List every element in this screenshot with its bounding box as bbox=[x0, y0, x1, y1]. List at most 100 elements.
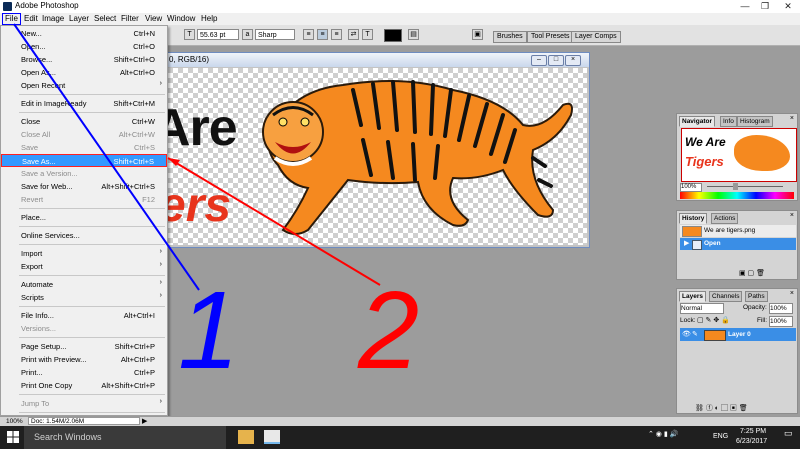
doc-close-button[interactable]: × bbox=[565, 55, 581, 66]
font-size-field[interactable]: 55.63 pt bbox=[197, 29, 239, 40]
text-direction-icon[interactable]: ⇄ bbox=[348, 29, 359, 40]
menu-image[interactable]: Image bbox=[40, 13, 66, 25]
file-menu-item-close[interactable]: Close Ctrl+W bbox=[1, 115, 167, 128]
file-menu-item-export[interactable]: Export › bbox=[1, 260, 167, 273]
tab-layers[interactable]: Layers bbox=[679, 291, 706, 302]
layer-row-layer-0[interactable]: 👁 ✎ Layer 0 bbox=[680, 328, 796, 341]
tab-paths[interactable]: Paths bbox=[745, 291, 768, 302]
status-menu-arrow-icon[interactable]: ▶ bbox=[142, 417, 147, 425]
tab-brushes[interactable]: Brushes bbox=[493, 31, 527, 43]
layer-name: Layer 0 bbox=[728, 331, 751, 338]
menu-select[interactable]: Select bbox=[92, 13, 118, 25]
palette-well-icon[interactable]: ▣ bbox=[472, 29, 483, 40]
history-state-open[interactable]: ▶ Open bbox=[680, 238, 796, 250]
menu-window[interactable]: Window bbox=[165, 13, 197, 25]
tray-date[interactable]: 6/23/2017 bbox=[736, 438, 767, 445]
panel-close-icon[interactable]: × bbox=[790, 290, 794, 297]
tray-language[interactable]: ENG bbox=[713, 433, 728, 440]
fill-field[interactable]: 100% bbox=[769, 316, 793, 327]
file-menu-item-print-with-preview[interactable]: Print with Preview... Alt+Ctrl+P bbox=[1, 353, 167, 366]
menu-separator bbox=[19, 94, 165, 95]
file-menu-item-import[interactable]: Import › bbox=[1, 247, 167, 260]
menu-separator bbox=[19, 226, 165, 227]
notification-icon[interactable]: ▭ bbox=[784, 428, 794, 444]
warp-text-icon[interactable]: T bbox=[362, 29, 373, 40]
menu-edit[interactable]: Edit bbox=[22, 13, 40, 25]
tab-histogram[interactable]: Histogram bbox=[737, 116, 773, 127]
minimize-button[interactable]: — bbox=[735, 0, 755, 13]
navigator-zoom-slider[interactable] bbox=[707, 186, 783, 187]
file-menu-item-new[interactable]: New... Ctrl+N bbox=[1, 27, 167, 40]
align-left-icon[interactable]: ≡ bbox=[303, 29, 314, 40]
file-menu-item-place[interactable]: Place... bbox=[1, 211, 167, 224]
layer-thumbnail bbox=[704, 330, 726, 341]
antialias-select[interactable]: Sharp bbox=[255, 29, 295, 40]
doc-minimize-button[interactable]: – bbox=[531, 55, 547, 66]
character-panel-icon[interactable]: ▤ bbox=[408, 29, 419, 40]
file-menu-item-online-services[interactable]: Online Services... bbox=[1, 229, 167, 242]
blend-mode-select[interactable]: Normal bbox=[680, 303, 724, 314]
file-menu-item-open-recent[interactable]: Open Recent › bbox=[1, 79, 167, 92]
status-zoom[interactable]: 100% bbox=[6, 418, 23, 425]
file-menu-item-save: Save Ctrl+S bbox=[1, 141, 167, 154]
close-button[interactable]: ✕ bbox=[778, 0, 798, 13]
menu-item-label: Browse... bbox=[21, 55, 53, 64]
tab-actions[interactable]: Actions bbox=[711, 213, 739, 224]
windows-start-icon[interactable] bbox=[7, 431, 19, 443]
maximize-button[interactable]: ❐ bbox=[755, 0, 775, 13]
tab-tool-presets[interactable]: Tool Presets bbox=[527, 31, 574, 43]
submenu-arrow-icon: › bbox=[159, 248, 162, 255]
navigator-thumbnail[interactable]: We Are Tigers bbox=[681, 128, 797, 182]
menu-separator bbox=[19, 244, 165, 245]
file-menu-item-save-as[interactable]: Save As... Shift+Ctrl+S bbox=[1, 154, 167, 167]
tab-navigator[interactable]: Navigator bbox=[679, 116, 715, 127]
file-menu-item-print-one-copy[interactable]: Print One Copy Alt+Shift+Ctrl+P bbox=[1, 379, 167, 392]
align-right-icon[interactable]: ≡ bbox=[331, 29, 342, 40]
file-menu-item-file-info[interactable]: File Info... Alt+Ctrl+I bbox=[1, 309, 167, 322]
navigator-zoom-field[interactable]: 100% bbox=[680, 183, 702, 192]
paint-app-icon[interactable] bbox=[264, 430, 280, 444]
menu-help[interactable]: Help bbox=[199, 13, 219, 25]
layers-footer-icons[interactable]: ⛓ ⓕ ◐ ▢ ▣ 🗑 bbox=[695, 403, 748, 413]
menu-separator bbox=[19, 394, 165, 395]
tab-channels[interactable]: Channels bbox=[709, 291, 743, 302]
file-menu-item-edit-in-imageready[interactable]: Edit in ImageReady Shift+Ctrl+M bbox=[1, 97, 167, 110]
opacity-field[interactable]: 100% bbox=[769, 303, 793, 314]
align-center-icon[interactable]: ≡ bbox=[317, 29, 328, 40]
menu-view[interactable]: View bbox=[143, 13, 164, 25]
file-menu-item-browse[interactable]: Browse... Shift+Ctrl+O bbox=[1, 53, 167, 66]
file-menu-item-save-for-web[interactable]: Save for Web... Alt+Shift+Ctrl+S bbox=[1, 180, 167, 193]
file-menu-item-open[interactable]: Open... Ctrl+O bbox=[1, 40, 167, 53]
file-menu-item-open-as[interactable]: Open As... Alt+Ctrl+O bbox=[1, 66, 167, 79]
menu-file[interactable]: File bbox=[2, 13, 21, 25]
visibility-eye-icon[interactable]: 👁 bbox=[682, 330, 691, 338]
menu-layer[interactable]: Layer bbox=[67, 13, 91, 25]
text-color-swatch[interactable] bbox=[384, 29, 402, 42]
taskbar-search-box[interactable]: Search Windows bbox=[24, 426, 226, 449]
document-title: 0, RGB/16) bbox=[169, 55, 210, 64]
antialias-icon: a bbox=[242, 29, 253, 40]
navigator-slider-handle[interactable] bbox=[733, 183, 738, 190]
lock-icons[interactable]: ▢ ✎ ✥ 🔒 bbox=[697, 316, 730, 324]
tab-layer-comps[interactable]: Layer Comps bbox=[571, 31, 621, 43]
tab-info[interactable]: Info bbox=[720, 116, 737, 127]
menu-item-shortcut: Alt+Shift+Ctrl+P bbox=[101, 381, 155, 390]
history-snapshot[interactable]: We are tigers.png bbox=[680, 225, 796, 237]
tab-history[interactable]: History bbox=[679, 213, 708, 224]
panel-close-icon[interactable]: × bbox=[790, 115, 794, 122]
menu-filter[interactable]: Filter bbox=[119, 13, 141, 25]
file-menu-item-scripts[interactable]: Scripts › bbox=[1, 291, 167, 304]
color-ramp[interactable] bbox=[680, 192, 794, 199]
canvas[interactable]: Are ers bbox=[163, 68, 587, 245]
history-footer-icons[interactable]: ▣ ▢ 🗑 bbox=[739, 269, 765, 277]
panel-close-icon[interactable]: × bbox=[790, 212, 794, 219]
tray-icons[interactable]: ⌃ ◉ ▮ 🔊 bbox=[648, 430, 678, 438]
file-menu-item-page-setup[interactable]: Page Setup... Shift+Ctrl+P bbox=[1, 340, 167, 353]
doc-maximize-button[interactable]: □ bbox=[548, 55, 564, 66]
menu-item-label: Save As... bbox=[22, 157, 56, 166]
file-menu-item-automate[interactable]: Automate › bbox=[1, 278, 167, 291]
file-explorer-icon[interactable] bbox=[238, 430, 254, 444]
menu-separator bbox=[19, 306, 165, 307]
tray-time[interactable]: 7:25 PM bbox=[740, 428, 766, 435]
file-menu-item-print[interactable]: Print... Ctrl+P bbox=[1, 366, 167, 379]
